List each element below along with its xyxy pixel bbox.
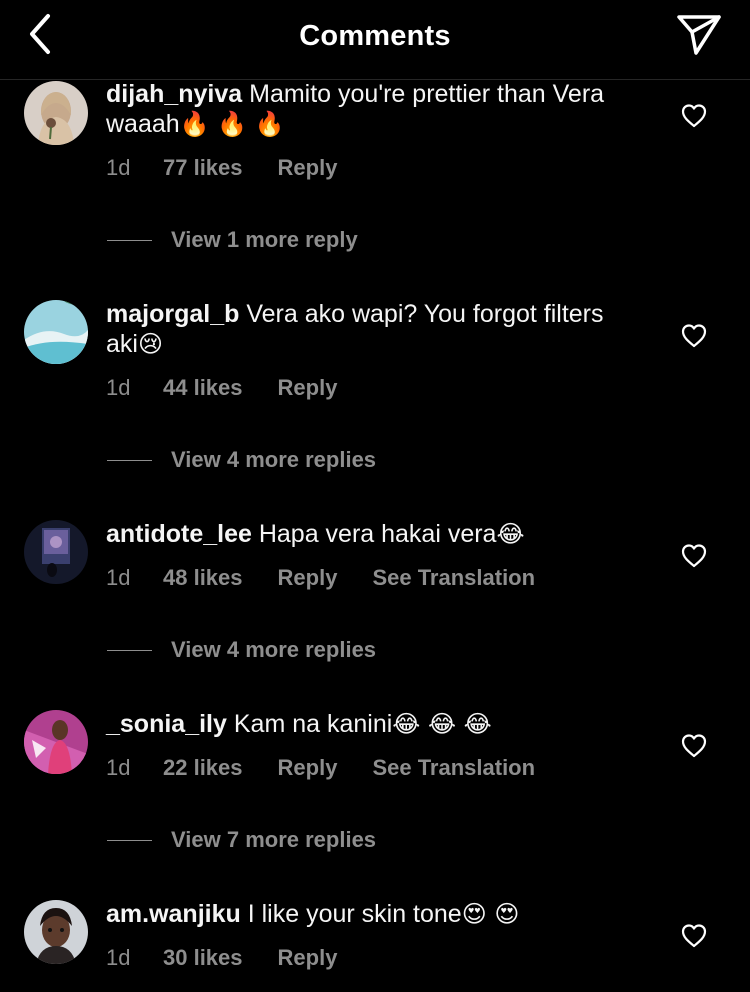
comment-time: 1d [106, 155, 131, 180]
comment-likes[interactable]: 48 likes [163, 565, 243, 591]
comment-time: 1d [106, 945, 131, 970]
avatar[interactable] [24, 710, 88, 774]
fire-emoji: 🔥 🔥 🔥 [179, 110, 285, 138]
see-translation-button[interactable]: See Translation [372, 565, 535, 591]
comment-text: dijah_nyiva Mamito you're prettier than … [106, 79, 606, 139]
comment-text: am.wanjiku I like your skin tone😍 😍 [106, 899, 606, 929]
comment-time: 1d [106, 755, 131, 780]
comment-username[interactable]: am.wanjiku [106, 900, 241, 928]
comment-body: I like your skin tone [247, 900, 462, 928]
comment-time: 1d [106, 375, 131, 400]
comment-time: 1d [106, 565, 131, 590]
avatar[interactable] [24, 300, 88, 364]
comment-text: _sonia_ily Kam na kanini😂 😂 😂 [106, 709, 606, 739]
comment-meta: 1d 30 likes Reply [106, 943, 372, 973]
heart-outline-icon[interactable] [680, 922, 708, 950]
comment-text: antidote_lee Hapa vera hakai vera😂 [106, 519, 606, 549]
comment-username[interactable]: antidote_lee [106, 520, 252, 548]
view-replies-line [107, 239, 152, 241]
view-replies-button[interactable]: View 4 more replies [107, 635, 376, 665]
view-replies-line [107, 459, 152, 461]
view-replies-label: View 7 more replies [171, 827, 377, 852]
comment-body: Kam na kanini [233, 710, 393, 738]
comment-meta: 1d 22 likes Reply See Translation [106, 753, 535, 783]
view-replies-label: View 4 more replies [171, 447, 377, 472]
comment-body: Hapa vera hakai vera [258, 520, 497, 548]
comment-username[interactable]: dijah_nyiva [106, 80, 242, 108]
comment-likes[interactable]: 30 likes [163, 945, 243, 971]
avatar[interactable] [24, 81, 88, 145]
heart-outline-icon[interactable] [680, 542, 708, 570]
avatar[interactable] [24, 520, 88, 584]
reply-button[interactable]: Reply [278, 375, 338, 401]
comment-username[interactable]: _sonia_ily [106, 710, 227, 738]
comment-likes[interactable]: 77 likes [163, 155, 243, 181]
reply-button[interactable]: Reply [278, 945, 338, 971]
heart-outline-icon[interactable] [680, 732, 708, 760]
heart-outline-icon[interactable] [680, 322, 708, 350]
crying-emoji: 😢 [137, 330, 163, 358]
comment-username[interactable]: majorgal_b [106, 300, 239, 328]
laughing-emoji: 😂 😂 😂 [392, 710, 492, 738]
reply-button[interactable]: Reply [278, 755, 338, 781]
view-replies-button[interactable]: View 7 more replies [107, 825, 376, 855]
avatar[interactable] [24, 900, 88, 964]
reply-button[interactable]: Reply [278, 155, 338, 181]
comment-meta: 1d 44 likes Reply [106, 373, 372, 403]
comments-header: Comments [0, 0, 750, 80]
laughing-emoji: 😂 [496, 520, 525, 548]
heart-eyes-emoji: 😍 😍 [461, 900, 520, 928]
comment-likes[interactable]: 44 likes [163, 375, 243, 401]
see-translation-button[interactable]: See Translation [372, 755, 535, 781]
view-replies-button[interactable]: View 4 more replies [107, 445, 376, 475]
view-replies-label: View 4 more replies [171, 637, 377, 662]
paper-plane-icon [677, 15, 721, 55]
view-replies-label: View 1 more reply [171, 227, 358, 252]
comment-meta: 1d 77 likes Reply [106, 153, 372, 183]
heart-outline-icon[interactable] [680, 102, 708, 130]
view-replies-button[interactable]: View 1 more reply [107, 225, 358, 255]
view-replies-line [107, 839, 152, 841]
reply-button[interactable]: Reply [278, 565, 338, 591]
comment-text: majorgal_b Vera ako wapi? You forgot fil… [106, 299, 606, 359]
comment-likes[interactable]: 22 likes [163, 755, 243, 781]
view-replies-line [107, 649, 152, 651]
share-button[interactable] [674, 12, 724, 58]
page-title: Comments [299, 20, 451, 52]
comment-meta: 1d 48 likes Reply See Translation [106, 563, 535, 593]
